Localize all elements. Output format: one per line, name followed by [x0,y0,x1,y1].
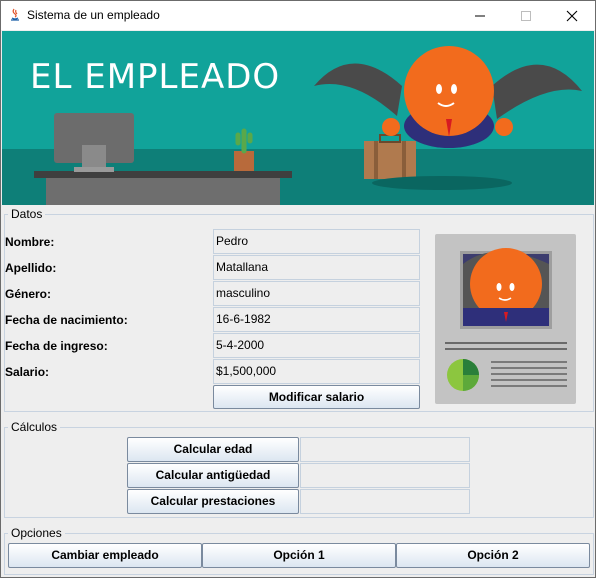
minimize-icon [475,15,485,16]
salario-label: Salario: [5,365,50,379]
opcion-2-button[interactable]: Opción 2 [396,543,590,568]
fecha-ingreso-label: Fecha de ingreso: [5,339,108,353]
calculos-panel: Cálculos [4,420,594,518]
genero-field[interactable]: masculino [213,281,420,306]
nombre-label: Nombre: [5,235,55,249]
cambiar-empleado-button[interactable]: Cambiar empleado [8,543,202,568]
datos-legend: Datos [11,207,43,221]
prestaciones-result-field[interactable] [300,489,470,514]
fecha-ingreso-field[interactable]: 5-4-2000 [213,333,420,358]
maximize-button[interactable] [503,1,549,30]
window-title: Sistema de un empleado [27,8,160,22]
fecha-nacimiento-field[interactable]: 16-6-1982 [213,307,420,332]
calcular-antiguedad-button[interactable]: Calcular antigüedad [127,463,299,488]
java-icon [7,7,23,23]
title-bar: Sistema de un empleado [1,1,595,30]
close-icon [566,10,578,21]
salario-field[interactable]: $1,500,000 [213,359,420,384]
maximize-icon [521,10,531,21]
employee-photo [435,234,576,404]
calcular-edad-button[interactable]: Calcular edad [127,437,299,462]
modificar-salario-button[interactable]: Modificar salario [213,385,420,409]
close-button[interactable] [549,1,595,30]
banner-title: EL EMPLEADO [30,57,281,97]
minimize-button[interactable] [457,1,503,30]
edad-result-field[interactable] [300,437,470,462]
app-window: Sistema de un empleado EL EMPLEADO Datos… [0,0,596,578]
calcular-prestaciones-button[interactable]: Calcular prestaciones [127,489,299,514]
antiguedad-result-field[interactable] [300,463,470,488]
genero-label: Género: [5,287,52,301]
calculos-legend: Cálculos [11,420,58,434]
nombre-field[interactable]: Pedro [213,229,420,254]
apellido-label: Apellido: [5,261,57,275]
fecha-nacimiento-label: Fecha de nacimiento: [5,313,128,327]
opciones-legend: Opciones [11,526,62,540]
banner: EL EMPLEADO [2,31,594,205]
opcion-1-button[interactable]: Opción 1 [202,543,396,568]
employee-card-image [445,248,567,391]
apellido-field[interactable]: Matallana [213,255,420,280]
